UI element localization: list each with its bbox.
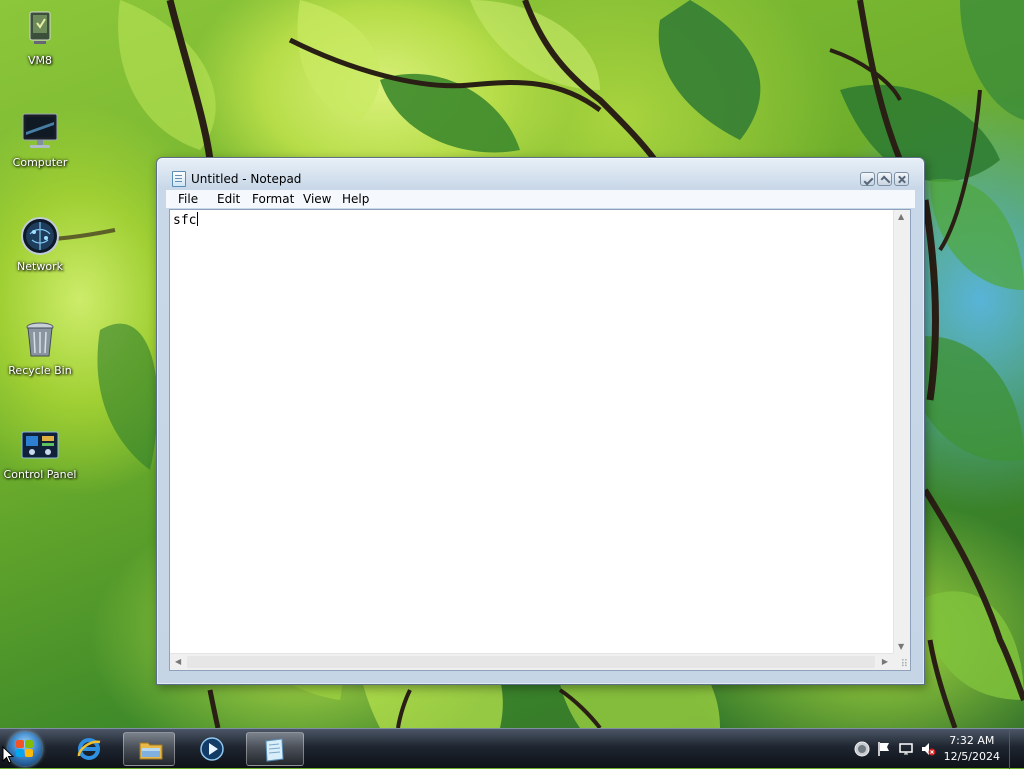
menu-edit[interactable]: Edit — [215, 192, 242, 206]
mouse-cursor-icon — [2, 746, 14, 764]
menu-format[interactable]: Format — [250, 192, 296, 206]
scroll-right-arrow-icon[interactable]: ▶ — [882, 657, 888, 666]
menu-bar: File Edit Format View Help — [166, 190, 915, 208]
desktop-icon-vm8[interactable]: VM8 — [0, 10, 80, 67]
action-center-flag-icon[interactable] — [876, 741, 892, 757]
taskbar-internet-explorer[interactable] — [62, 732, 114, 766]
computer-icon — [20, 112, 60, 152]
desktop-icon-label: Network — [17, 260, 63, 273]
scroll-up-arrow-icon[interactable]: ▲ — [898, 212, 904, 221]
vm8-icon — [20, 10, 60, 50]
horizontal-scrollbar[interactable]: ◀ ▶ — [170, 653, 893, 670]
horizontal-scroll-thumb[interactable] — [187, 656, 875, 668]
close-button[interactable] — [894, 172, 909, 186]
desktop-icon-label: Control Panel — [3, 468, 77, 481]
clock[interactable]: 7:32 AM 12/5/2024 — [944, 733, 1000, 765]
desktop-icon-computer[interactable]: Computer — [0, 112, 80, 169]
windows-flag-icon — [16, 740, 34, 758]
title-bar[interactable]: Untitled - Notepad — [157, 158, 924, 188]
text-caret — [197, 212, 199, 226]
clock-time: 7:32 AM — [949, 734, 995, 747]
minimize-button[interactable] — [860, 172, 875, 186]
network-status-icon[interactable] — [854, 741, 870, 757]
taskbar: 7:32 AM 12/5/2024 — [0, 728, 1024, 769]
show-desktop-button[interactable] — [1009, 729, 1024, 769]
control-panel-icon — [20, 424, 60, 464]
window-title: Untitled - Notepad — [191, 172, 302, 186]
network-globe-icon — [20, 216, 60, 256]
text-editor-area[interactable]: sfc ▲ ▼ ◀ ▶ — [169, 209, 911, 671]
taskbar-notepad[interactable] — [246, 732, 304, 766]
editor-content[interactable]: sfc — [173, 212, 199, 228]
notepad-icon — [265, 738, 284, 762]
scroll-down-arrow-icon[interactable]: ▼ — [898, 642, 904, 651]
system-tray: 7:32 AM 12/5/2024 — [834, 729, 1024, 769]
display-icon[interactable] — [898, 741, 914, 757]
resize-grip-icon[interactable] — [893, 653, 910, 670]
notepad-window[interactable]: Untitled - Notepad File Edit Format View… — [156, 157, 925, 685]
volume-muted-icon[interactable] — [920, 741, 936, 757]
vertical-scrollbar[interactable]: ▲ ▼ — [893, 210, 910, 653]
desktop-icon-label: Computer — [12, 156, 68, 169]
desktop-icon-label: Recycle Bin — [8, 364, 72, 377]
menu-view[interactable]: View — [301, 192, 333, 206]
media-player-icon — [200, 737, 224, 761]
file-explorer-icon — [139, 742, 163, 760]
menu-file[interactable]: File — [176, 192, 200, 206]
desktop-icon-label: VM8 — [27, 54, 52, 67]
notepad-icon — [172, 171, 186, 187]
taskbar-media-player[interactable] — [185, 732, 237, 766]
maximize-button[interactable] — [877, 172, 892, 186]
internet-explorer-icon — [77, 738, 101, 760]
desktop-icon-control-panel[interactable]: Control Panel — [0, 424, 80, 481]
editor-text: sfc — [173, 213, 197, 228]
menu-help[interactable]: Help — [340, 192, 371, 206]
scroll-left-arrow-icon[interactable]: ◀ — [175, 657, 181, 666]
recycle-bin-icon — [20, 320, 60, 360]
desktop-icon-recycle-bin[interactable]: Recycle Bin — [0, 320, 80, 377]
clock-date: 12/5/2024 — [943, 750, 1000, 763]
taskbar-file-explorer[interactable] — [123, 732, 175, 766]
desktop-icon-network[interactable]: Network — [0, 216, 80, 273]
